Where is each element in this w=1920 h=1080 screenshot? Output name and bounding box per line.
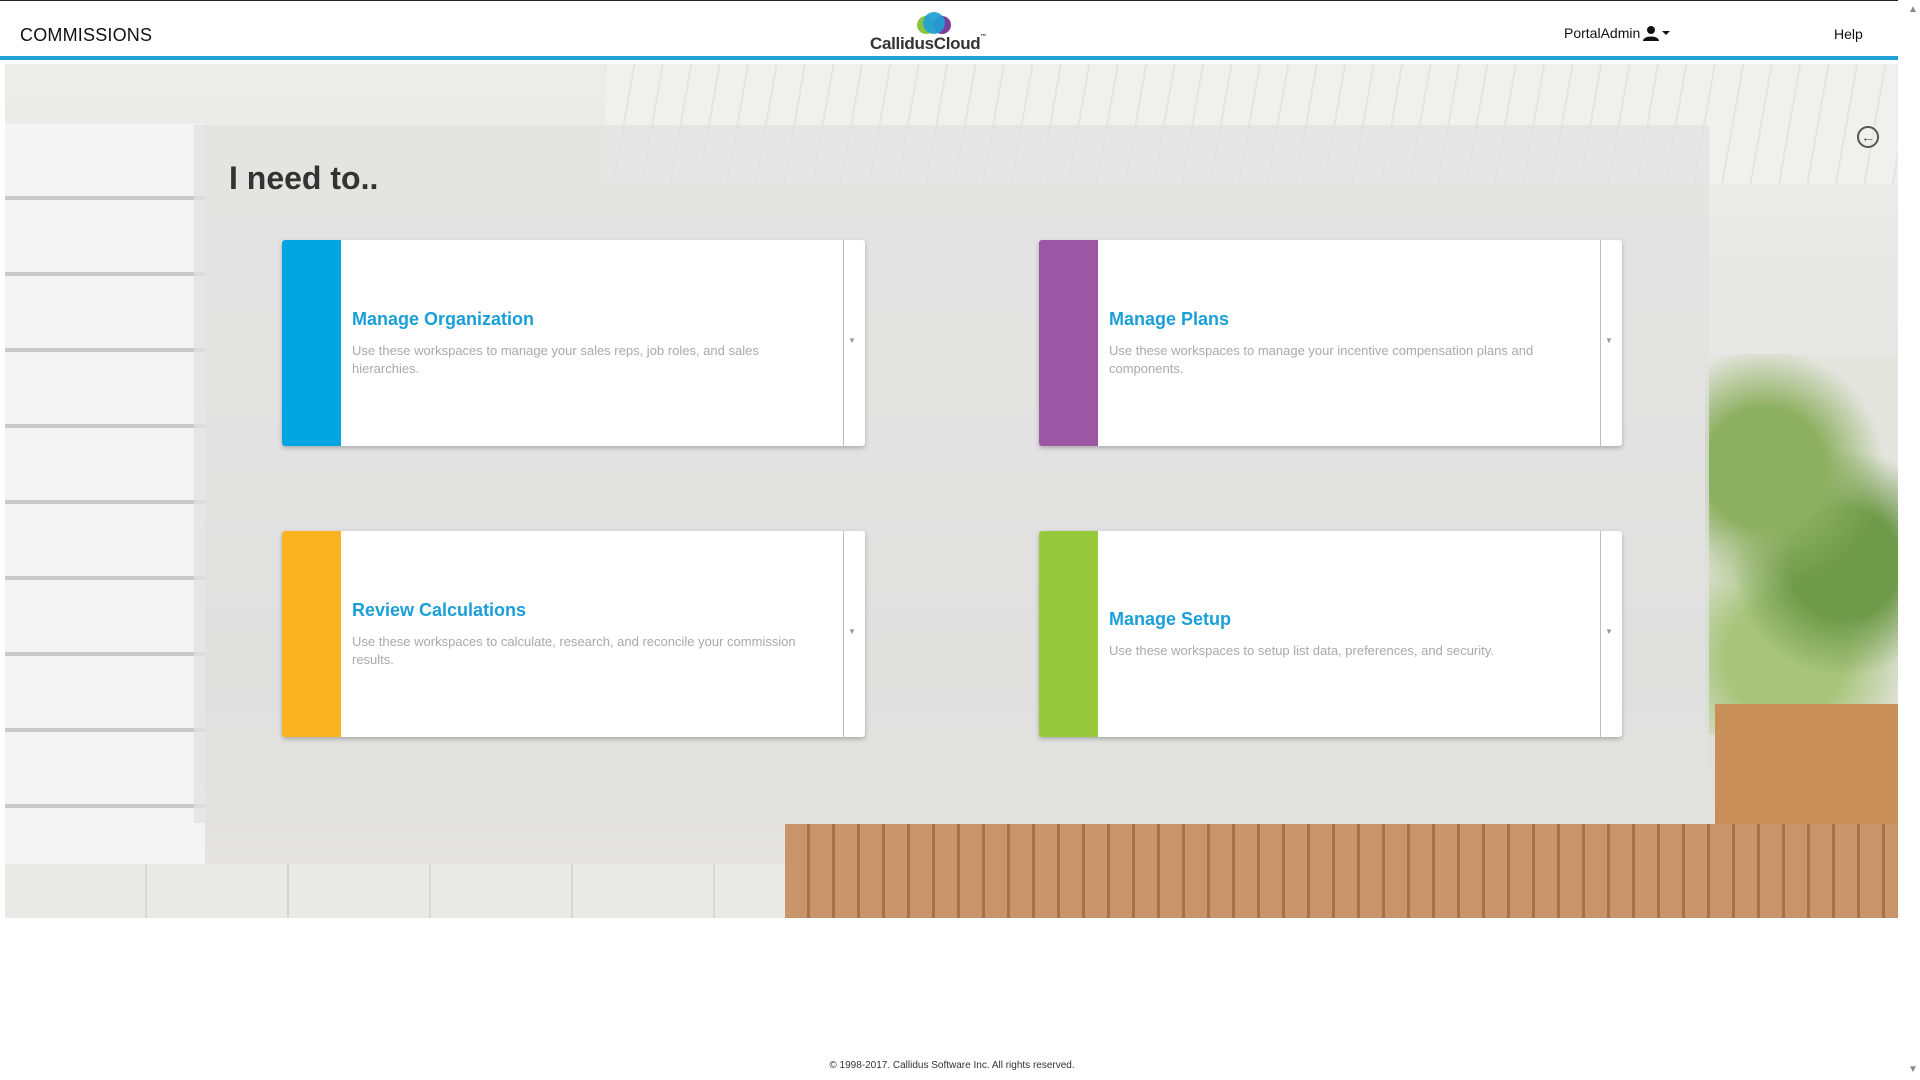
- card-body: Manage Setup Use these workspaces to set…: [1109, 531, 1569, 737]
- card-manage-setup[interactable]: Manage Setup Use these workspaces to set…: [1039, 531, 1622, 737]
- background-wall: [5, 124, 205, 864]
- card-manage-plans[interactable]: Manage Plans Use these workspaces to man…: [1039, 240, 1622, 446]
- chevron-down-icon[interactable]: ▼: [848, 336, 856, 345]
- footer-copyright: © 1998-2017. Callidus Software Inc. All …: [829, 1060, 1075, 1071]
- logo-text: CallidusCloud™: [870, 34, 987, 53]
- help-link[interactable]: Help: [1834, 26, 1863, 42]
- user-name: PortalAdmin: [1564, 25, 1641, 41]
- chevron-down-icon[interactable]: ▼: [1605, 627, 1613, 636]
- chevron-down-icon[interactable]: ▼: [848, 627, 856, 636]
- card-title[interactable]: Review Calculations: [352, 600, 812, 621]
- caret-down-icon: [1662, 31, 1671, 35]
- background-planter: [1715, 704, 1898, 834]
- card-title[interactable]: Manage Plans: [1109, 309, 1569, 330]
- scroll-up-icon[interactable]: ▲: [1908, 4, 1918, 15]
- callidus-cloud-logo[interactable]: CallidusCloud™: [868, 11, 988, 55]
- card-color-stripe: [282, 240, 341, 446]
- background-deck: [785, 824, 1898, 918]
- top-header: COMMISSIONS CallidusCloud™ PortalAdmin H…: [0, 0, 1898, 60]
- task-panel: I need to.. Manage Organization Use thes…: [194, 125, 1709, 823]
- chevron-down-icon[interactable]: ▼: [1605, 336, 1613, 345]
- back-arrow-circle-icon[interactable]: ←: [1857, 126, 1879, 148]
- card-description: Use these workspaces to setup list data,…: [1109, 642, 1494, 658]
- card-divider: [1600, 240, 1601, 446]
- card-description: Use these workspaces to manage your sale…: [352, 342, 759, 376]
- card-review-calculations[interactable]: Review Calculations Use these workspaces…: [282, 531, 865, 737]
- card-description: Use these workspaces to calculate, resea…: [352, 633, 796, 667]
- background-plants: [1705, 354, 1898, 734]
- app-name[interactable]: COMMISSIONS: [20, 25, 152, 46]
- card-title[interactable]: Manage Organization: [352, 309, 812, 330]
- card-color-stripe: [1039, 531, 1098, 737]
- card-body: Review Calculations Use these workspaces…: [352, 531, 812, 737]
- card-divider: [1600, 531, 1601, 737]
- card-description: Use these workspaces to manage your ince…: [1109, 342, 1534, 376]
- scroll-down-icon[interactable]: ▼: [1908, 1064, 1918, 1075]
- user-icon: [1643, 26, 1660, 41]
- card-color-stripe: [282, 531, 341, 737]
- card-body: Manage Plans Use these workspaces to man…: [1109, 240, 1569, 446]
- page: COMMISSIONS CallidusCloud™ PortalAdmin H…: [0, 0, 1898, 1080]
- card-manage-organization[interactable]: Manage Organization Use these workspaces…: [282, 240, 865, 446]
- card-divider: [843, 531, 844, 737]
- page-title: I need to..: [229, 160, 379, 196]
- card-title[interactable]: Manage Setup: [1109, 609, 1569, 630]
- card-divider: [843, 240, 844, 446]
- card-body: Manage Organization Use these workspaces…: [352, 240, 812, 446]
- card-color-stripe: [1039, 240, 1098, 446]
- vertical-scrollbar[interactable]: ▲ ▼: [1904, 0, 1920, 1080]
- user-menu[interactable]: PortalAdmin: [1564, 25, 1671, 41]
